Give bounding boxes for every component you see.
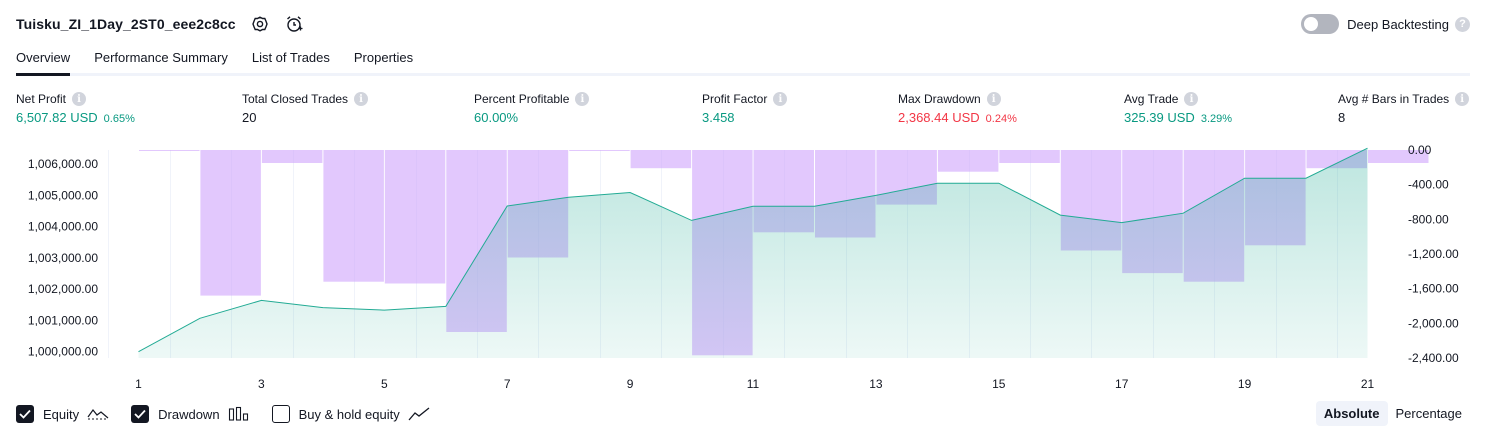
right-axis-tick: -2,000.00 [1408,316,1459,330]
tab-list-of-trades[interactable]: List of Trades [252,44,330,73]
drawdown-checkbox[interactable]: Drawdown [131,405,249,423]
right-axis-tick: -1,200.00 [1408,247,1459,261]
info-icon[interactable]: i [773,92,788,106]
x-axis-tick: 11 [747,377,760,391]
buy-hold-label: Buy & hold equity [298,406,400,422]
x-axis-tick: 7 [504,377,511,391]
drawdown-label: Drawdown [158,406,220,422]
metric-label: Net Profit [16,92,67,106]
metric-max-drawdown: Max Drawdown i 2,368.44 USD 0.24% [898,92,1017,125]
metric-label: Avg # Bars in Trades [1338,92,1450,106]
metric-value: 20 [242,110,257,125]
metric-label: Total Closed Trades [242,92,349,106]
right-axis-tick: 0.00 [1408,143,1432,157]
x-axis-tick: 17 [1115,377,1129,391]
metric-value: 6,507.82 USD [16,110,98,125]
left-axis-tick: 1,006,000.00 [28,157,98,171]
metric-value: 60.00% [474,110,519,125]
metric-percent-profitable: Percent Profitable i 60.00% [474,92,590,125]
info-icon[interactable]: i [1184,92,1199,106]
metric-label: Avg Trade [1124,92,1179,106]
metric-percent: 0.65% [103,113,135,125]
left-axis-tick: 1,000,000.00 [28,345,98,359]
drawdown-bar [384,150,446,284]
metric-total-closed-trades: Total Closed Trades i 20 [242,92,369,125]
metric-label: Percent Profitable [474,92,570,106]
percentage-button[interactable]: Percentage [1388,401,1471,426]
x-axis-tick: 5 [381,377,388,391]
drawdown-bar [630,150,692,169]
metrics-row: Net Profit i 6,507.82 USD 0.65% Total Clos… [0,92,1486,132]
x-axis-tick: 19 [1238,377,1252,391]
deep-backtesting-control: Deep Backtesting ? [1301,12,1470,36]
x-axis-tick: 15 [992,377,1006,391]
deep-backtesting-label: Deep Backtesting [1347,16,1449,32]
drawdown-bar [200,150,261,296]
left-axis-tick: 1,002,000.00 [28,282,98,296]
metric-label: Profit Factor [702,92,768,106]
chart-legend: Equity Drawdown Buy & hold equity [16,402,452,426]
x-axis-tick: 3 [258,377,265,391]
strategy-header: Tuisku_ZI_1Day_2ST0_eee2c8cc [16,12,304,36]
metric-percent: 3.29% [1200,113,1233,125]
strategy-name: Tuisku_ZI_1Day_2ST0_eee2c8cc [16,16,236,32]
metric-profit-factor: Profit Factor i 3.458 [702,92,788,125]
x-axis-tick: 9 [627,377,634,391]
equity-area [138,148,1368,358]
scale-toggle: Absolute Percentage [1315,401,1471,426]
info-icon[interactable]: i [986,92,1001,106]
metric-label: Max Drawdown [898,92,981,106]
x-axis-tick: 21 [1361,377,1375,391]
checkbox-checked-icon[interactable] [131,405,150,423]
right-axis-tick: -2,400.00 [1408,351,1459,365]
info-icon[interactable]: i [575,92,590,106]
toggle-knob [1304,17,1319,31]
equity-label: Equity [43,406,80,422]
drawdown-bar [139,150,200,151]
right-axis-tick: -800.00 [1408,212,1449,226]
metric-value: 3.458 [702,110,735,125]
info-icon[interactable]: i [354,92,369,106]
equity-drawdown-chart[interactable]: 1,000,000.00 1,001,000.00 1,002,000.00 1,00… [0,140,1486,396]
metric-value: 2,368.44 USD [898,110,980,125]
x-axis-tick: 13 [869,377,883,391]
buy-hold-checkbox[interactable]: Buy & hold equity [271,405,430,423]
settings-gear-icon[interactable] [250,14,270,34]
metric-percent: 0.24% [985,113,1017,125]
report-tabs: Overview Performance Summary List of Tra… [16,44,1470,76]
left-axis-tick: 1,001,000.00 [28,314,98,328]
info-icon[interactable]: i [1455,92,1470,106]
metric-avg-trade: Avg Trade i 325.39 USD 3.29% [1124,92,1232,125]
equity-checkbox[interactable]: Equity [16,405,109,423]
right-axis-tick: -400.00 [1408,178,1449,192]
checkbox-checked-icon[interactable] [16,405,34,423]
tab-properties[interactable]: Properties [354,44,413,73]
tab-overview[interactable]: Overview [16,44,71,76]
metric-avg-bars-in-trades: Avg # Bars in Trades i 8 [1338,92,1470,125]
drawdown-bar [261,150,323,163]
drawdown-bar [937,150,999,172]
drawdown-bar [999,150,1060,163]
left-axis-tick: 1,005,000.00 [28,188,98,202]
checkbox-unchecked-icon[interactable] [271,405,290,423]
x-axis-tick: 1 [135,377,142,391]
drawdown-bar [323,150,384,282]
help-icon[interactable]: ? [1455,16,1470,32]
tab-performance-summary[interactable]: Performance Summary [94,44,228,73]
drawdown-bars-icon [228,406,248,421]
left-axis-tick: 1,003,000.00 [28,251,98,265]
deep-backtesting-toggle[interactable] [1301,14,1340,34]
alarm-clock-add-icon[interactable] [284,14,304,34]
buy-hold-line-icon [408,407,430,421]
metric-net-profit: Net Profit i 6,507.82 USD 0.65% [16,92,135,125]
equity-line-icon [87,409,109,420]
drawdown-bar [569,150,630,151]
right-axis-tick: -1,600.00 [1408,282,1459,296]
info-icon[interactable]: i [72,92,87,106]
absolute-button[interactable]: Absolute [1315,401,1388,426]
metric-value: 325.39 USD [1124,110,1195,125]
metric-value: 8 [1338,110,1346,125]
left-axis-tick: 1,004,000.00 [28,220,98,234]
